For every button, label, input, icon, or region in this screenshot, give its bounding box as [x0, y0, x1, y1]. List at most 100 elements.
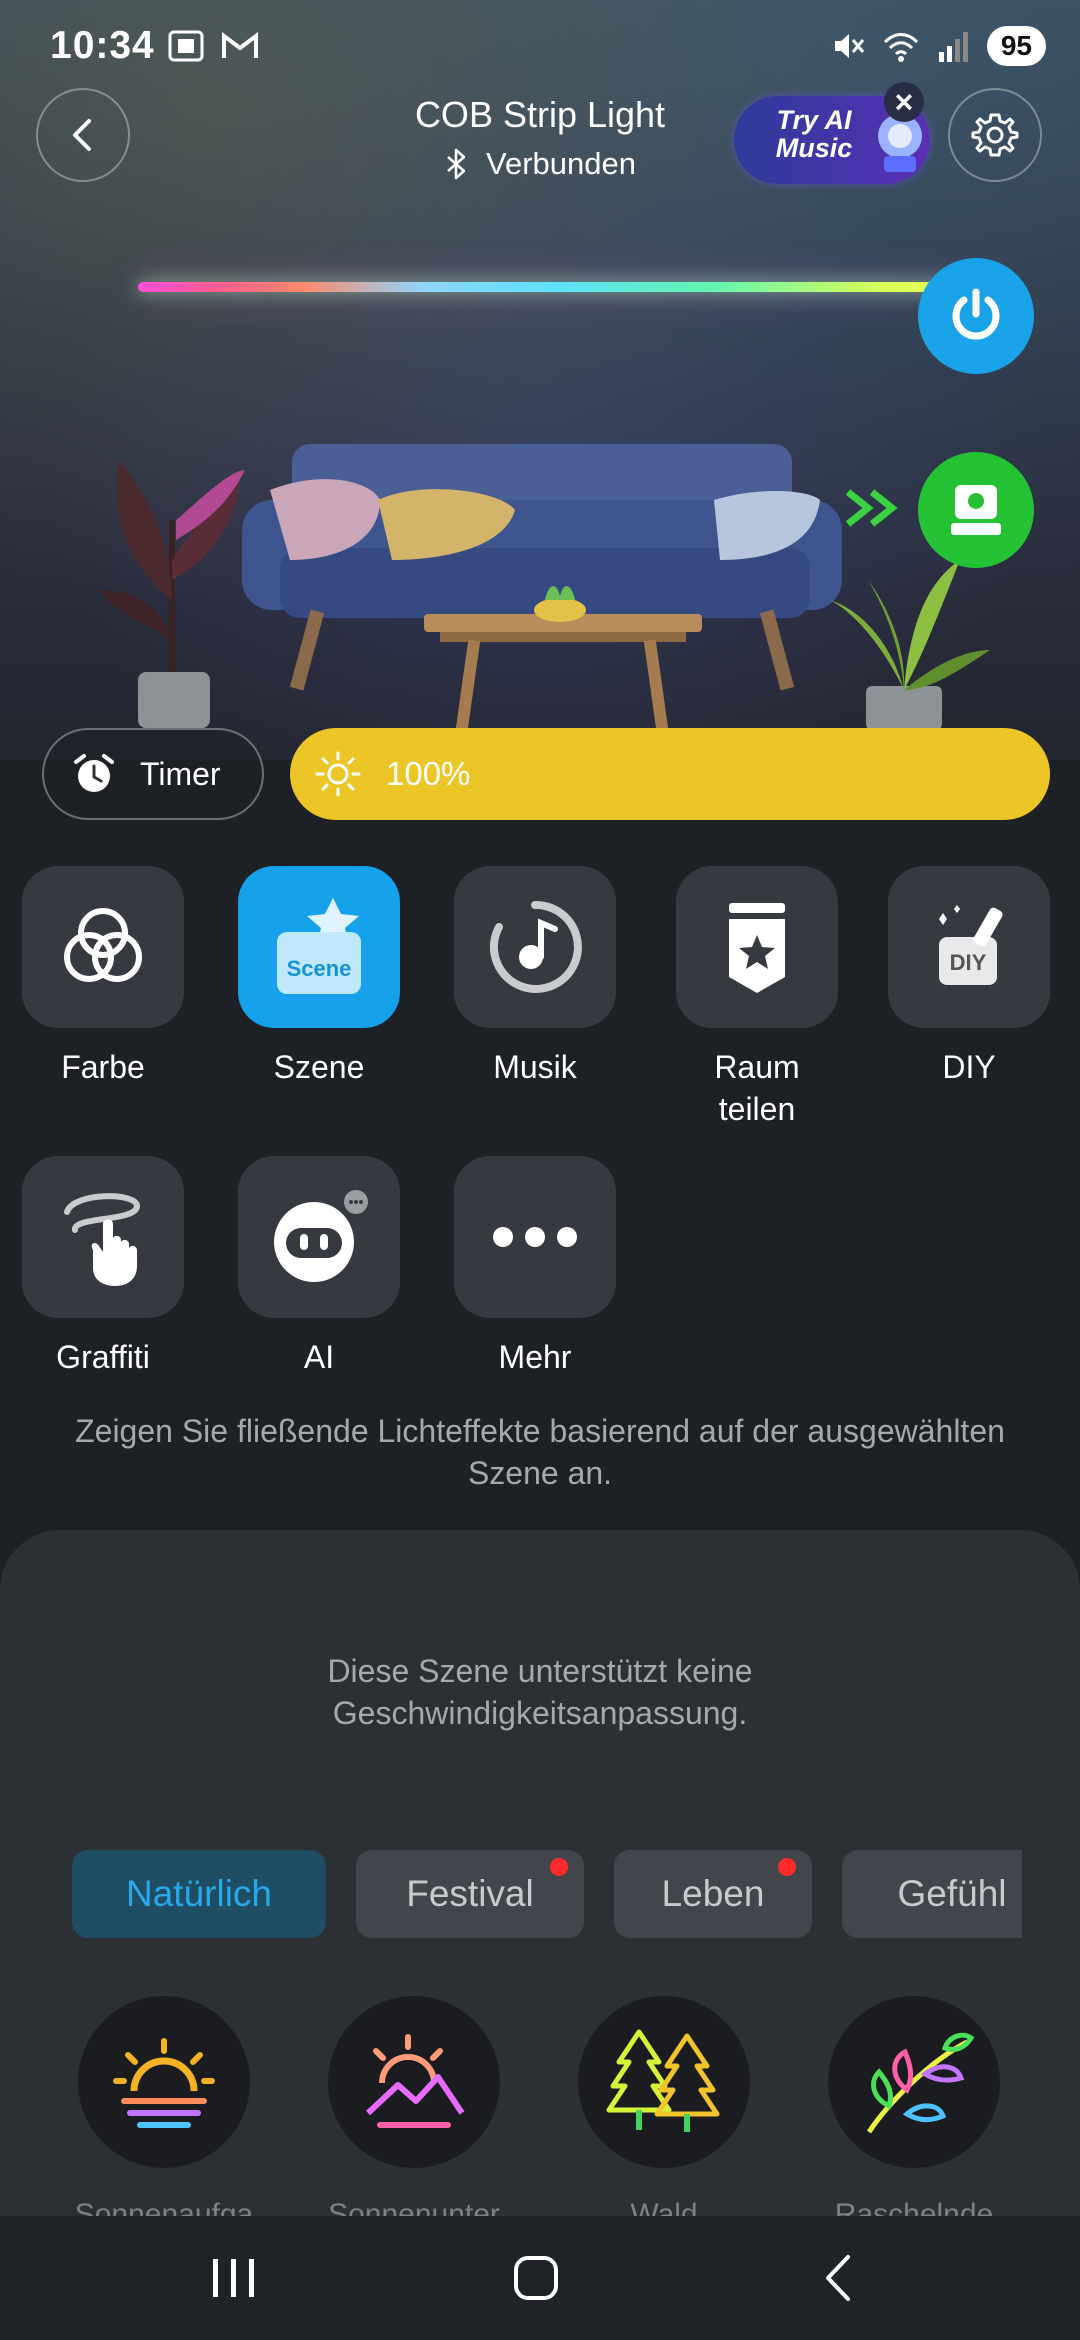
app-screen: 10:34 95 COB Strip Light Verbunden Try A…	[0, 0, 1080, 2340]
function-raum-teilen[interactable]: Raum teilen	[662, 866, 852, 1130]
scene-forest-button[interactable]	[578, 1996, 750, 2168]
tab-label: Festival	[406, 1873, 534, 1914]
back-button[interactable]	[36, 88, 130, 182]
chevron-left-icon	[73, 119, 91, 151]
music-icon	[489, 900, 582, 993]
function-label: Farbe	[61, 1049, 145, 1085]
home-icon	[514, 2256, 558, 2300]
share-room-icon	[729, 903, 785, 993]
right-plant	[830, 560, 990, 730]
brightness-slider[interactable]: 100%	[290, 728, 1050, 820]
device-icon	[951, 485, 1001, 535]
sun-icon	[315, 751, 361, 797]
function-label: DIY	[942, 1049, 996, 1085]
scene-item[interactable]: Sonnenaufga	[64, 1996, 264, 2222]
tab-label: Leben	[661, 1873, 765, 1914]
gear-icon	[971, 113, 1019, 157]
sunrise-icon	[113, 2038, 215, 2128]
scene-sunset-button[interactable]	[328, 1996, 500, 2168]
power-icon	[952, 288, 1000, 340]
alarm-clock-icon	[74, 754, 114, 792]
scene-description: Zeigen Sie fließende Lichteffekte basier…	[75, 1413, 1005, 1491]
light-strip-preview	[138, 282, 958, 292]
function-musik[interactable]: Musik	[440, 866, 630, 1088]
ai-robot-icon	[274, 1190, 368, 1282]
function-ai[interactable]: AI	[224, 1156, 414, 1378]
musik-tile[interactable]	[454, 866, 616, 1028]
tab-label: Natürlich	[126, 1873, 272, 1914]
brightness-value: 100%	[386, 755, 471, 792]
color-circles-icon	[64, 908, 142, 982]
power-button[interactable]	[918, 258, 1034, 374]
try-ai-music-banner[interactable]: Try AI Music ×	[734, 82, 930, 184]
scene-item[interactable]: Raschelnde	[814, 1996, 1014, 2222]
recents-icon	[213, 2259, 254, 2297]
tab-gefuehl[interactable]: Gefühl	[842, 1850, 1022, 1938]
function-szene[interactable]: Scene Szene	[224, 866, 414, 1088]
tab-label: Gefühl	[897, 1873, 1007, 1914]
scene-leaves-button[interactable]	[828, 1996, 1000, 2168]
diy-icon: DIY	[939, 905, 1003, 985]
scene-icon: Scene	[277, 898, 361, 994]
device-title: COB Strip Light	[414, 94, 666, 135]
chevron-right-icon	[845, 489, 874, 527]
mute-icon	[834, 34, 864, 58]
ai-tile[interactable]	[238, 1156, 400, 1318]
left-plant	[100, 460, 245, 728]
sofa	[242, 444, 842, 691]
recent-apps-button[interactable]	[194, 2246, 274, 2310]
back-arrow-icon	[826, 2255, 850, 2301]
function-farbe[interactable]: Farbe	[8, 866, 198, 1088]
signal-icon	[938, 32, 968, 62]
function-label: Mehr	[498, 1339, 572, 1375]
battery-level: 95	[986, 26, 1046, 66]
function-graffiti[interactable]: Graffiti	[8, 1156, 198, 1378]
graffiti-icon	[64, 1193, 141, 1286]
forest-icon	[606, 2029, 720, 2132]
connection-status: Verbunden	[300, 146, 780, 182]
function-label: Raum teilen	[714, 1049, 800, 1127]
farbe-tile[interactable]	[22, 866, 184, 1028]
timer-label: Timer	[140, 755, 221, 792]
scene-category-tabs: Natürlich Festival Leben Gefühl	[0, 1850, 1022, 1942]
settings-button[interactable]	[948, 88, 1042, 182]
more-icon	[493, 1227, 577, 1247]
device-mode-button[interactable]	[918, 452, 1034, 568]
function-label: Szene	[273, 1049, 365, 1085]
mehr-tile[interactable]	[454, 1156, 616, 1318]
scene-item[interactable]: Sonnenunter	[314, 1996, 514, 2222]
scene-sunrise-button[interactable]	[78, 1996, 250, 2168]
diy-tile[interactable]: DIY	[888, 866, 1050, 1028]
gmail-icon	[222, 32, 258, 58]
status-time: 10:34	[50, 24, 155, 67]
tab-festival[interactable]: Festival	[356, 1850, 584, 1938]
function-diy[interactable]: DIY DIY	[874, 866, 1064, 1088]
new-badge	[778, 1858, 796, 1876]
ai-banner-text: Try AI Music	[775, 105, 853, 163]
leaves-icon	[866, 2032, 975, 2134]
wifi-icon	[883, 33, 918, 62]
scene-item[interactable]: Wald	[564, 1996, 764, 2222]
status-bar: 10:34 95	[0, 0, 1080, 100]
function-mehr[interactable]: Mehr	[440, 1156, 630, 1378]
bluetooth-icon	[447, 148, 466, 180]
function-label: Musik	[493, 1049, 577, 1085]
new-badge	[550, 1858, 568, 1876]
system-navigation-bar	[0, 2216, 1080, 2340]
home-button[interactable]	[496, 2246, 576, 2310]
function-label: AI	[303, 1339, 335, 1375]
graffiti-tile[interactable]	[22, 1156, 184, 1318]
connection-status-label: Verbunden	[486, 146, 636, 181]
screenshot-icon	[168, 30, 204, 62]
tab-leben[interactable]: Leben	[614, 1850, 812, 1938]
tab-natuerlich[interactable]: Natürlich	[72, 1850, 326, 1938]
szene-tile[interactable]: Scene	[238, 866, 400, 1028]
speed-note: Diese Szene unterstützt keine Geschwindi…	[327, 1653, 753, 1731]
diy-tile-text: DIY	[950, 950, 987, 975]
system-back-button[interactable]	[798, 2246, 878, 2310]
timer-button[interactable]: Timer	[42, 728, 264, 820]
sunset-icon	[365, 2034, 465, 2128]
raum-teilen-tile[interactable]	[676, 866, 838, 1028]
banner-close-button[interactable]: ×	[884, 82, 924, 122]
scene-tile-text: Scene	[287, 956, 352, 981]
